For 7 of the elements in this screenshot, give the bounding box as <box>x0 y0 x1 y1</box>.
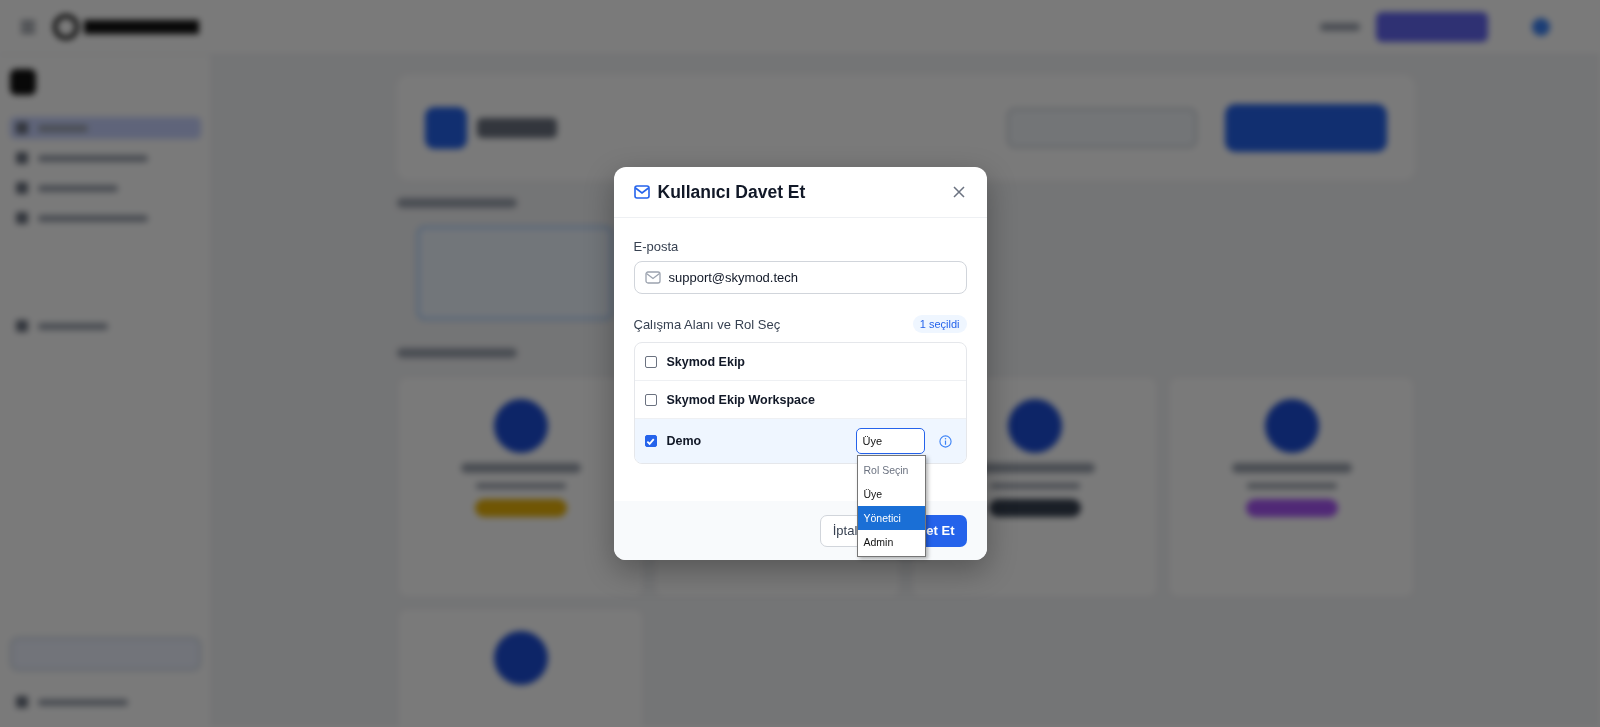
workspace-name: Skymod Ekip Workspace <box>666 392 816 407</box>
email-label: E-posta <box>633 239 680 254</box>
workspace-label: Çalışma Alanı ve Rol Seç <box>633 316 781 332</box>
selected-count: 1 seçildi <box>912 315 967 333</box>
workspace-name: Skymod Ekip <box>666 354 746 369</box>
dialog-title: Kullanıcı Davet Et <box>657 181 807 203</box>
workspace-name: Demo <box>666 434 703 448</box>
